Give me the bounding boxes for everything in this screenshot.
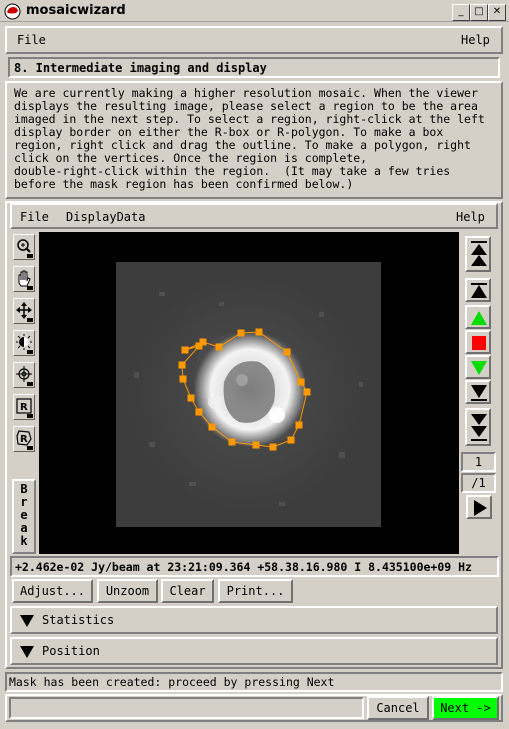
rectangle-region-icon[interactable]: R (13, 394, 35, 420)
menu-help[interactable]: Help (461, 33, 490, 47)
window-title: mosaicwizard (26, 3, 126, 18)
adjust-button[interactable]: Adjust... (12, 579, 93, 603)
minimize-button[interactable]: _ (452, 4, 470, 21)
frame-total-label: /1 (461, 473, 496, 493)
instructions-text: We are currently making a higher resolut… (14, 87, 500, 191)
frame-number-field[interactable]: 1 (461, 452, 496, 472)
print-button[interactable]: Print... (218, 579, 293, 603)
message-field: Mask has been created: proceed by pressi… (5, 672, 503, 692)
pan-hand-icon[interactable] (13, 266, 35, 292)
statistics-expander[interactable]: Statistics (10, 606, 498, 634)
triangle-down-icon (20, 646, 34, 658)
polygon-vertex-handle[interactable] (181, 346, 189, 354)
message-text: Mask has been created: proceed by pressi… (9, 675, 335, 689)
viewer-menu-bar: File DisplayData Help (10, 203, 498, 229)
redhat-logo-icon (4, 3, 21, 20)
statistics-label: Statistics (42, 613, 115, 627)
stop-button[interactable] (465, 330, 491, 354)
polygon-vertex-handle[interactable] (195, 342, 203, 350)
maximize-button[interactable]: □ (470, 4, 488, 21)
title-bar: mosaicwizard _ □ ✕ (0, 0, 509, 22)
contrast-icon[interactable] (13, 330, 35, 356)
position-expander[interactable]: Position (10, 637, 498, 665)
position-readout: +2.462e-02 Jy/beam at 23:21:09.364 +58.3… (15, 560, 472, 574)
unzoom-button[interactable]: Unzoom (97, 579, 158, 603)
break-button[interactable]: B r e a k (12, 479, 36, 554)
step-back-button[interactable] (465, 278, 491, 302)
play-single-button[interactable] (466, 495, 492, 519)
polygon-vertex-handle[interactable] (228, 438, 236, 446)
polygon-vertex-handle[interactable] (297, 378, 305, 386)
polygon-vertex-handle[interactable] (303, 388, 311, 396)
instructions-panel: We are currently making a higher resolut… (5, 81, 503, 199)
status-input[interactable] (9, 697, 364, 719)
close-button[interactable]: ✕ (488, 4, 506, 21)
svg-text:R: R (20, 434, 28, 445)
polygon-vertex-handle[interactable] (255, 328, 263, 336)
polygon-region-overlay[interactable] (39, 232, 459, 554)
step-title: 8. Intermediate imaging and display (14, 61, 267, 75)
crosshair-icon[interactable] (13, 362, 35, 388)
svg-text:R: R (20, 402, 28, 413)
image-display[interactable] (39, 232, 459, 554)
last-frame-button[interactable] (465, 408, 491, 446)
triangle-down-icon (20, 615, 34, 627)
polygon-vertex-handle[interactable] (252, 441, 260, 449)
instruction-line: before the mask region has been confirme… (14, 177, 354, 191)
first-frame-button[interactable] (465, 236, 491, 272)
position-readout-field: +2.462e-02 Jy/beam at 23:21:09.364 +58.3… (10, 556, 499, 577)
position-label: Position (42, 644, 100, 658)
move-arrows-icon[interactable] (13, 298, 35, 324)
polygon-vertex-handle[interactable] (283, 348, 291, 356)
menu-file[interactable]: File (17, 33, 46, 47)
viewer-menu-displaydata[interactable]: DisplayData (66, 210, 145, 224)
play-forward-button[interactable] (465, 355, 491, 379)
polygon-vertex-handle[interactable] (215, 343, 223, 351)
top-menu-bar: File Help (5, 26, 503, 54)
polygon-vertex-handle[interactable] (237, 329, 245, 337)
polygon-vertex-handle[interactable] (208, 423, 216, 431)
polygon-vertex-handle[interactable] (287, 436, 295, 444)
step-forward-button[interactable] (465, 380, 491, 404)
break-label: B r e a k (20, 482, 28, 548)
polygon-vertex-handle[interactable] (269, 443, 277, 451)
cancel-button[interactable]: Cancel (367, 696, 429, 720)
polygon-vertex-handle[interactable] (195, 408, 203, 416)
zoom-icon[interactable] (13, 234, 35, 260)
viewer-menu-file[interactable]: File (20, 210, 49, 224)
polygon-vertex-handle[interactable] (295, 421, 303, 429)
polygon-vertex-handle[interactable] (178, 361, 186, 369)
next-button[interactable]: Next -> (432, 696, 499, 720)
polygon-vertex-handle[interactable] (179, 375, 187, 383)
step-title-field: 8. Intermediate imaging and display (8, 57, 500, 78)
play-backward-button[interactable] (465, 305, 491, 329)
polygon-region-icon[interactable]: R (13, 426, 35, 452)
viewer-menu-help[interactable]: Help (456, 210, 485, 224)
polygon-vertex-handle[interactable] (187, 394, 195, 402)
clear-button[interactable]: Clear (161, 579, 214, 603)
